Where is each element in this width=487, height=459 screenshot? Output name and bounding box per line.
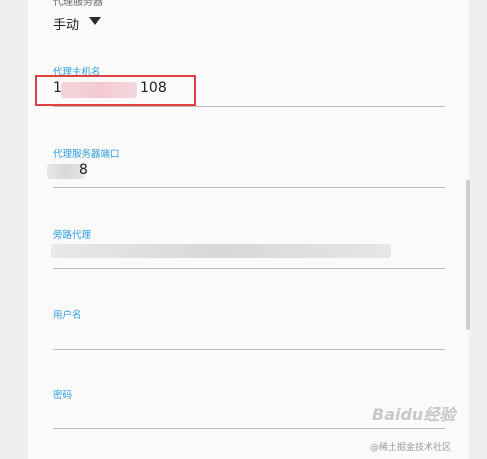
username-label: 用户名 xyxy=(53,310,82,321)
bypass-proxy-field[interactable]: 旁路代理 xyxy=(51,227,445,272)
proxy-port-underline xyxy=(53,187,445,188)
proxy-port-label: 代理服务器端口 xyxy=(53,149,120,160)
username-underline xyxy=(53,349,445,350)
scrollbar[interactable] xyxy=(466,180,470,330)
password-underline xyxy=(53,428,445,429)
username-field[interactable]: 用户名 xyxy=(53,307,445,352)
proxy-mode-value: 手动 xyxy=(53,18,80,33)
redacted-bypass-blur xyxy=(51,244,391,258)
password-label: 密码 xyxy=(53,390,73,401)
proxy-mode-label: 代理服务器 xyxy=(53,0,103,8)
proxy-port-value-end: 8 xyxy=(79,162,88,178)
highlight-box xyxy=(35,75,196,106)
proxy-port-field[interactable]: 代理服务器端口 8 xyxy=(47,146,445,191)
watermark-text: @稀土掘金技术社区 xyxy=(370,443,452,453)
proxy-host-underline xyxy=(53,106,445,107)
bypass-proxy-label: 旁路代理 xyxy=(53,230,92,241)
watermark-logo: Baidu经验 xyxy=(372,405,456,424)
bypass-proxy-underline xyxy=(53,268,445,269)
chevron-down-icon xyxy=(89,17,101,25)
